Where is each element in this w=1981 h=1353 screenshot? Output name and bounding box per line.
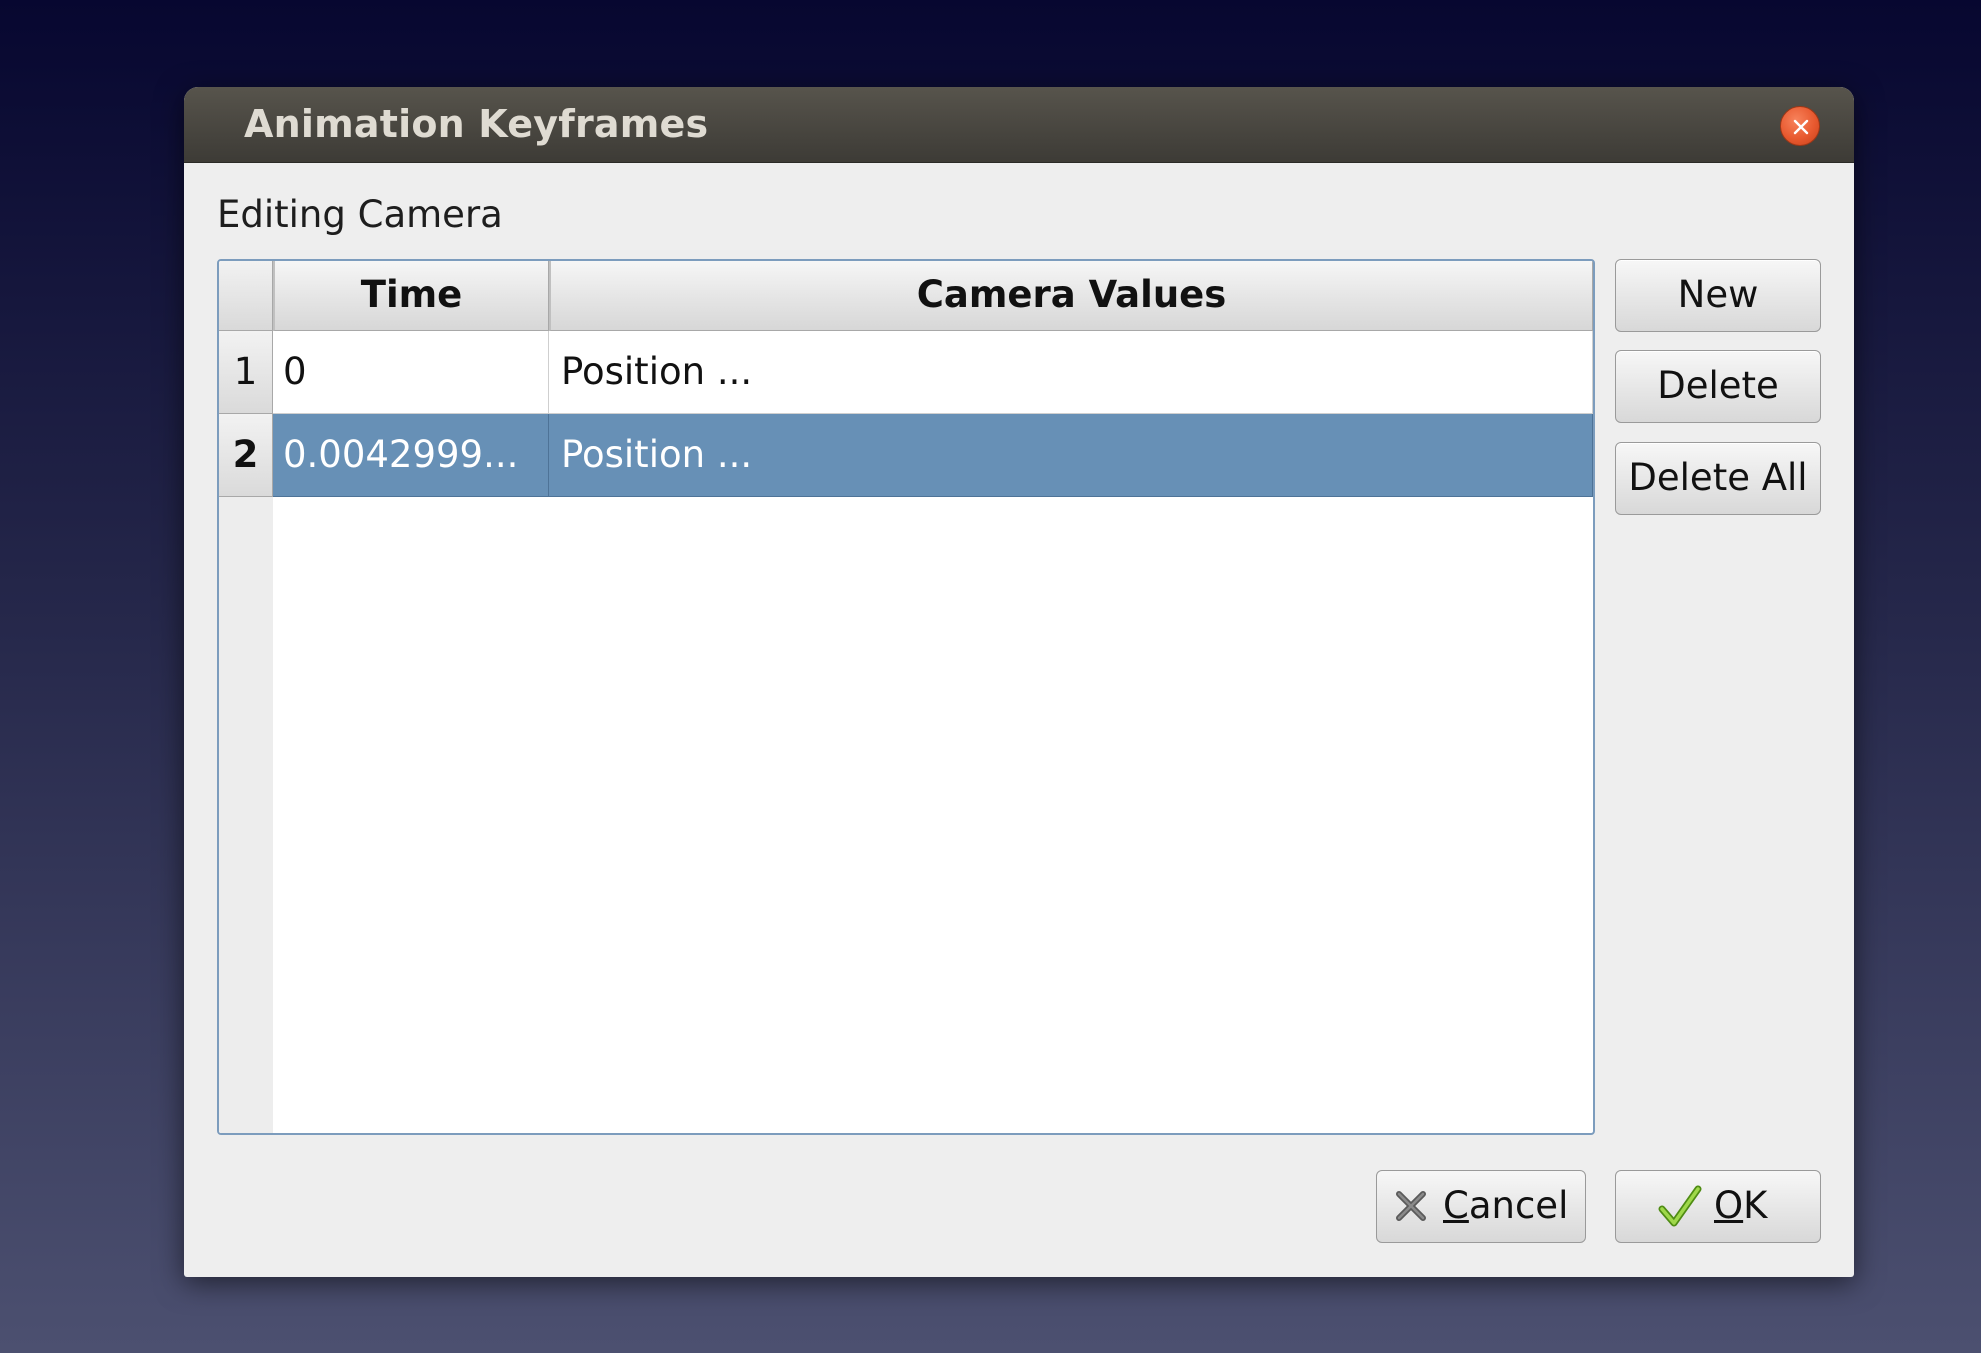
camera-values-cell[interactable]: Position ... [549,414,1593,497]
table-corner-button[interactable] [219,261,273,331]
cancel-button[interactable]: Cancel [1376,1170,1586,1243]
editing-label: Editing Camera [217,193,503,236]
column-header-camera-values[interactable]: Camera Values [549,261,1593,331]
close-icon [1793,119,1809,135]
ok-button[interactable]: OK [1615,1170,1821,1243]
delete-button[interactable]: Delete [1615,350,1821,423]
time-cell[interactable]: 0.0042999... [273,414,549,497]
table-row-selected[interactable]: 2 0.0042999... Position ... [219,414,1593,497]
delete-all-button[interactable]: Delete All [1615,442,1821,515]
camera-values-cell[interactable]: Position ... [549,331,1593,414]
window-title: Animation Keyframes [244,102,709,146]
title-bar[interactable]: Animation Keyframes [184,87,1854,163]
close-button[interactable] [1780,106,1820,146]
x-icon [1396,1191,1426,1221]
ok-label: OK [1714,1184,1768,1227]
checkmark-icon [1658,1185,1702,1227]
row-number[interactable]: 1 [219,331,273,414]
animation-keyframes-dialog: Animation Keyframes Editing Camera Time … [184,87,1854,1277]
cancel-label: Cancel [1443,1184,1569,1227]
table-row[interactable]: 1 0 Position ... [219,331,1593,414]
column-header-time[interactable]: Time [273,261,549,331]
time-cell[interactable]: 0 [273,331,549,414]
row-number[interactable]: 2 [219,414,273,497]
new-button[interactable]: New [1615,259,1821,332]
keyframes-table[interactable]: Time Camera Values 1 0 Position ... 2 0.… [217,259,1595,1135]
